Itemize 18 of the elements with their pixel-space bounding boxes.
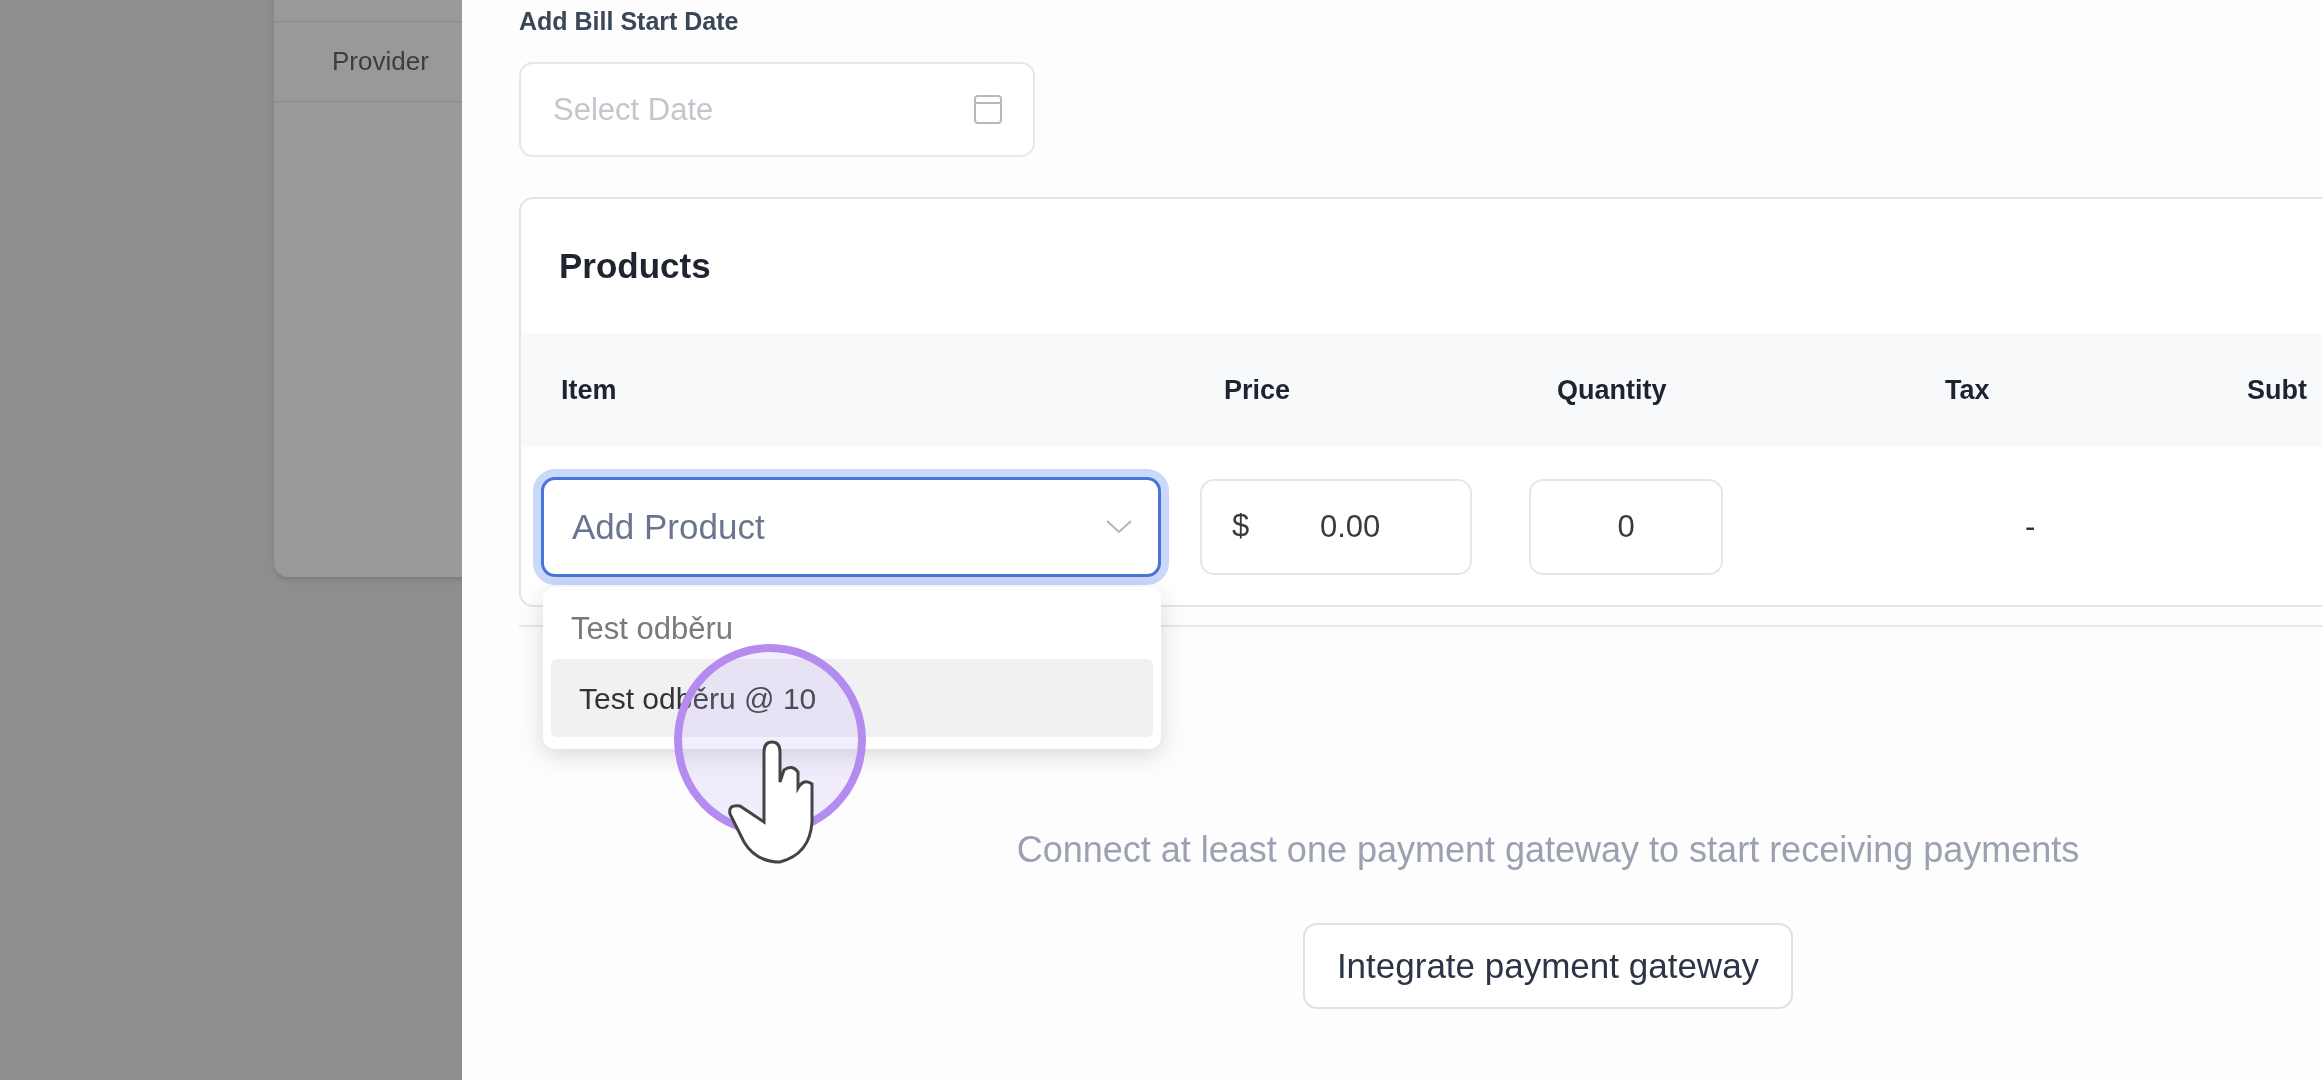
- column-header: Tax: [1945, 374, 1990, 405]
- date-field[interactable]: Select Date: [519, 62, 1035, 157]
- column-header: Price: [1224, 374, 1291, 405]
- section-title: Products: [559, 244, 711, 287]
- column-header: Subt: [2247, 374, 2307, 405]
- calendar-icon: [973, 93, 1003, 125]
- quantity-field[interactable]: 0: [1529, 479, 1723, 575]
- product-select[interactable]: Add Product: [541, 477, 1161, 577]
- column-heading: Provider: [332, 45, 429, 78]
- tax-value: -: [2025, 508, 2036, 544]
- chevron-down-icon: [1105, 519, 1133, 535]
- integrate-gateway-button[interactable]: Integrate payment gateway: [1302, 923, 1794, 1009]
- payment-message: Connect at least one payment gateway to start receiving payments: [1016, 828, 2080, 872]
- column-header: Quantity: [1557, 374, 1667, 405]
- field-label: Add Bill Start Date: [519, 6, 740, 36]
- option-group-label: Test odběru: [570, 609, 734, 648]
- column-header: Item: [561, 374, 617, 405]
- currency-symbol: $: [1232, 507, 1250, 545]
